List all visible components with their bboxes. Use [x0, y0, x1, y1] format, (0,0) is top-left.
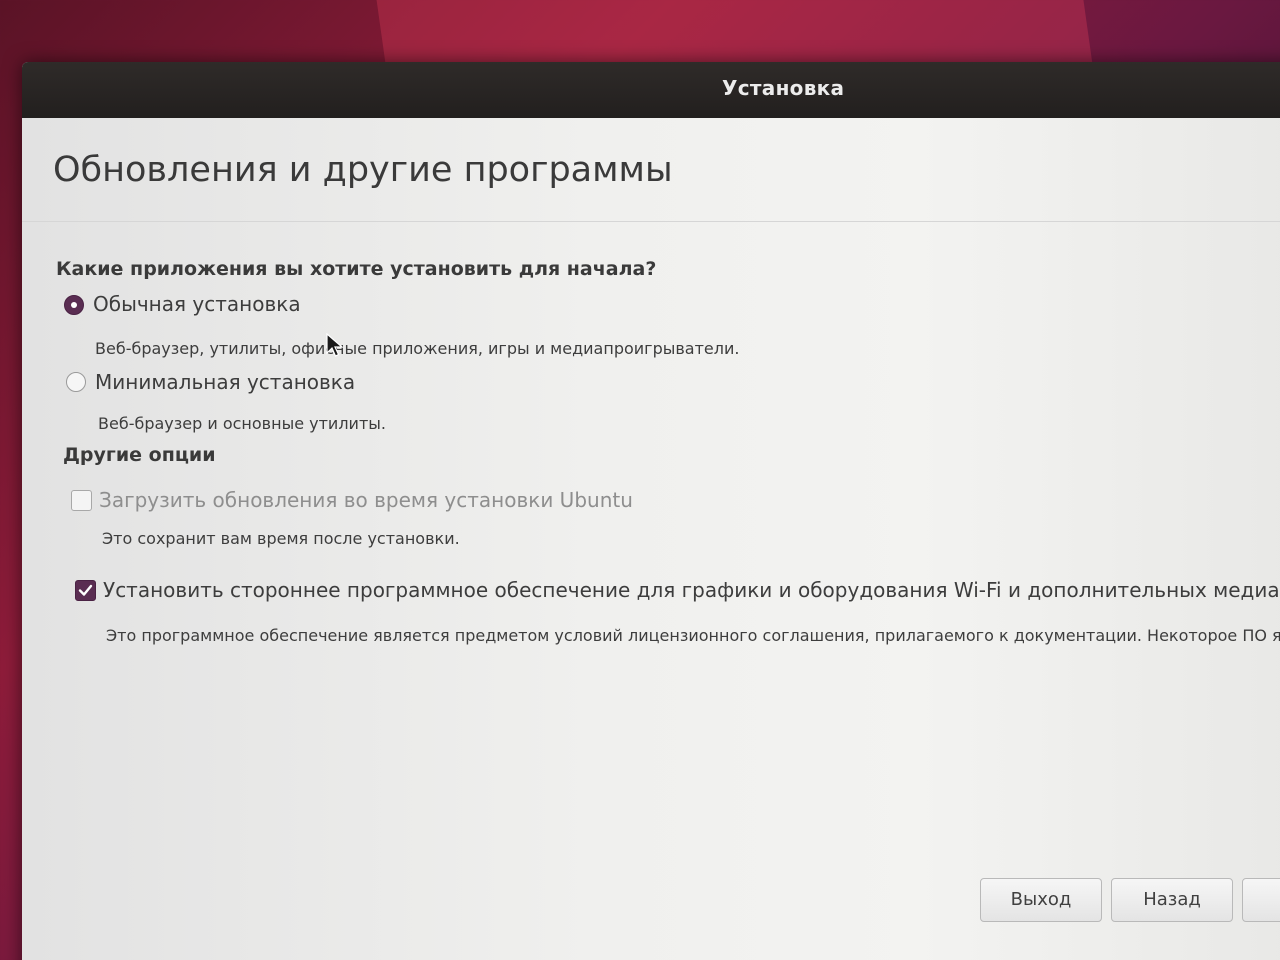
minimal-install-label[interactable]: Минимальная установка: [95, 370, 355, 394]
download-updates-label[interactable]: Загрузить обновления во время установки …: [99, 488, 633, 512]
normal-install-label[interactable]: Обычная установка: [93, 292, 301, 316]
window-title: Установка: [722, 76, 845, 100]
normal-install-description: Веб-браузер, утилиты, офисные приложения…: [95, 339, 740, 358]
page-title: Обновления и другие программы: [53, 150, 673, 190]
title-divider: [22, 221, 1280, 222]
download-updates-checkbox[interactable]: [71, 490, 92, 511]
third-party-description: Это программное обеспечение является пре…: [106, 626, 1280, 645]
installer-content: Обновления и другие программы Какие прил…: [22, 118, 1280, 960]
normal-install-radio[interactable]: [64, 295, 84, 315]
third-party-checkbox[interactable]: [75, 580, 96, 601]
window-titlebar[interactable]: Установка: [22, 62, 1280, 118]
minimal-install-radio[interactable]: [66, 372, 86, 392]
back-button[interactable]: Назад: [1111, 878, 1233, 922]
install-type-question: Какие приложения вы хотите установить дл…: [56, 258, 657, 280]
minimal-install-description: Веб-браузер и основные утилиты.: [98, 414, 386, 433]
installer-window: Установка Обновления и другие программы …: [22, 62, 1280, 960]
third-party-label[interactable]: Установить стороннее программное обеспеч…: [103, 578, 1280, 602]
mouse-cursor-icon: [326, 332, 344, 363]
other-options-heading: Другие опции: [63, 444, 216, 466]
continue-button[interactable]: [1242, 878, 1280, 922]
download-updates-description: Это сохранит вам время после установки.: [102, 529, 460, 548]
quit-button[interactable]: Выход: [980, 878, 1102, 922]
checkmark-icon: [78, 584, 93, 596]
